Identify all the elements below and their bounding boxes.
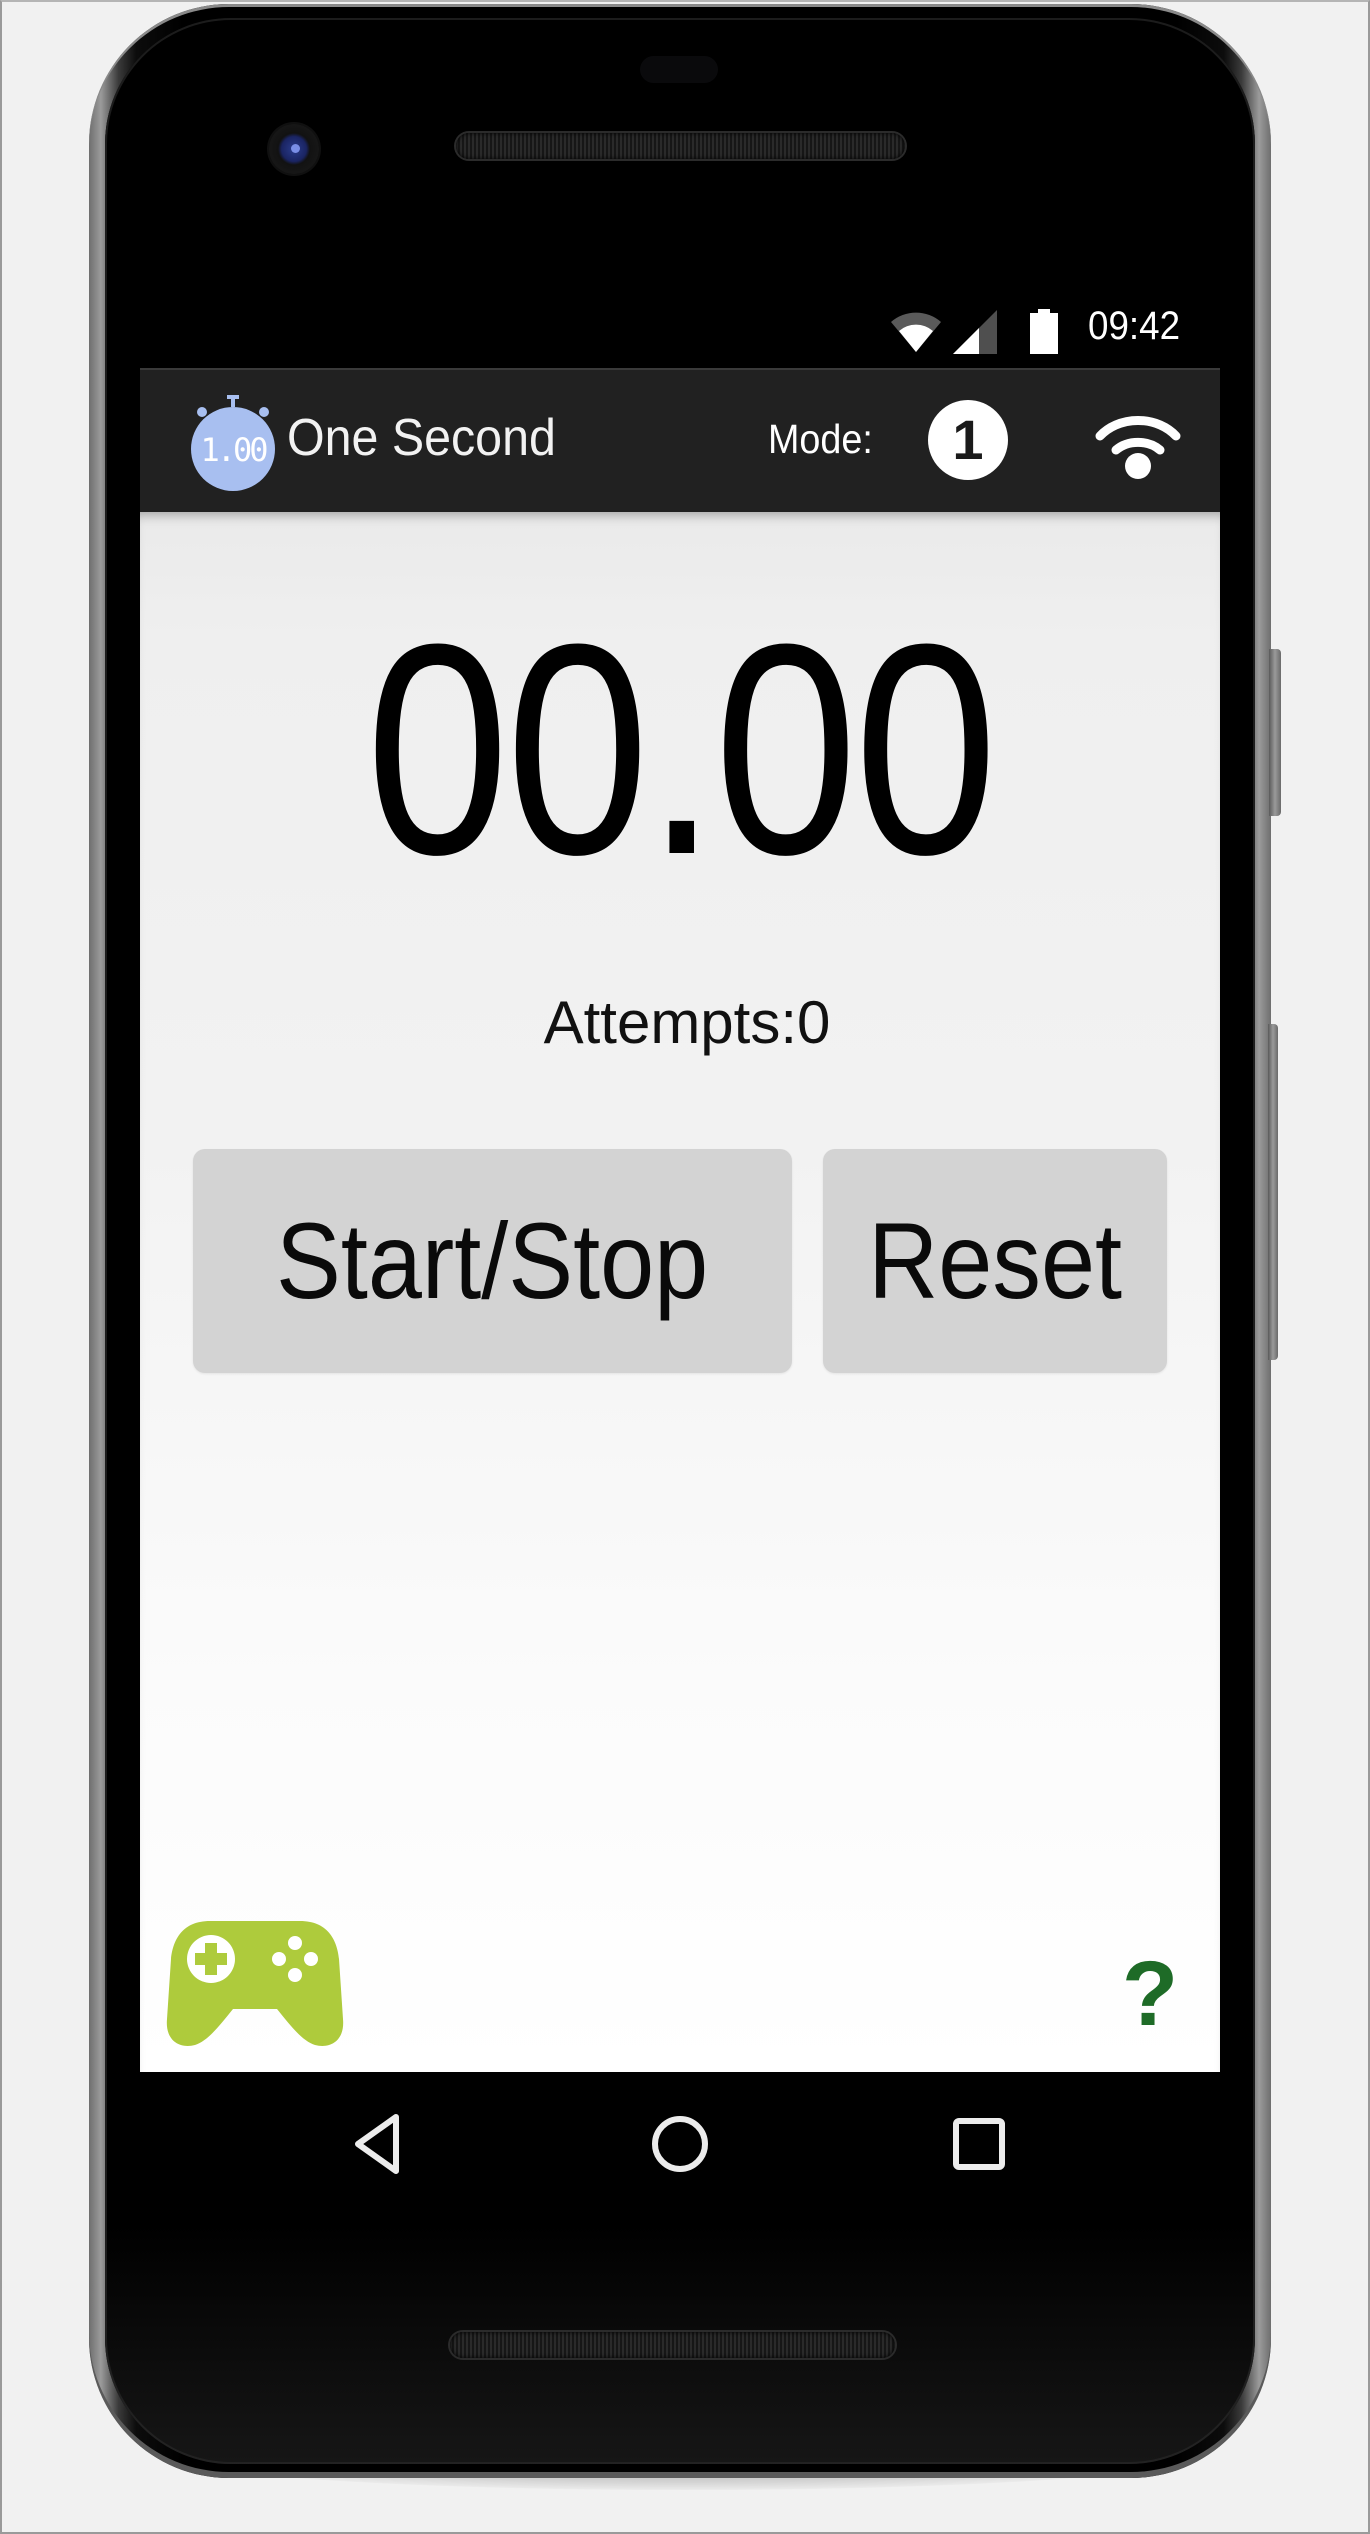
reset-button[interactable]: Reset — [823, 1149, 1167, 1373]
timer-display: 00.00 — [365, 581, 998, 917]
start-stop-button[interactable]: Start/Stop — [193, 1149, 792, 1373]
status-bar: 09:42 — [140, 290, 1220, 368]
status-time: 09:42 — [1088, 304, 1181, 348]
stopwatch-icon-text: 1.00 — [200, 431, 267, 469]
mode-button[interactable]: 1 — [928, 400, 1008, 480]
power-button — [1269, 649, 1281, 816]
reset-label: Reset — [868, 1200, 1122, 1321]
bottom-speaker — [450, 2332, 895, 2358]
volume-button — [1268, 1024, 1278, 1360]
broadcast-icon[interactable] — [1090, 410, 1186, 480]
help-button[interactable]: ? — [1115, 1944, 1185, 2044]
earpiece-speaker — [456, 133, 905, 159]
gamepad-icon[interactable] — [165, 1919, 345, 2049]
front-camera — [269, 124, 319, 174]
app-bar: 1.00 One Second Mode: 1 — [140, 368, 1220, 512]
wifi-icon — [891, 312, 941, 352]
mode-label: Mode: — [768, 416, 873, 462]
battery-icon — [1030, 309, 1058, 354]
back-icon[interactable] — [350, 2112, 406, 2176]
app-title: One Second — [287, 409, 556, 467]
attempts-counter: Attempts:0 — [543, 989, 831, 1056]
stopwatch-icon: 1.00 — [191, 395, 275, 491]
navigation-bar — [140, 2072, 1220, 2220]
start-stop-label: Start/Stop — [276, 1200, 709, 1321]
home-icon[interactable] — [648, 2112, 712, 2176]
recents-icon[interactable] — [951, 2116, 1007, 2172]
device-screen: 09:42 1.00 One Second Mode: 1 00.00 Atte… — [140, 290, 1220, 2220]
cell-signal-icon — [953, 310, 997, 354]
proximity-sensor — [640, 56, 718, 83]
main-content: 00.00 Attempts:0 Start/Stop Reset ? — [140, 512, 1220, 2072]
